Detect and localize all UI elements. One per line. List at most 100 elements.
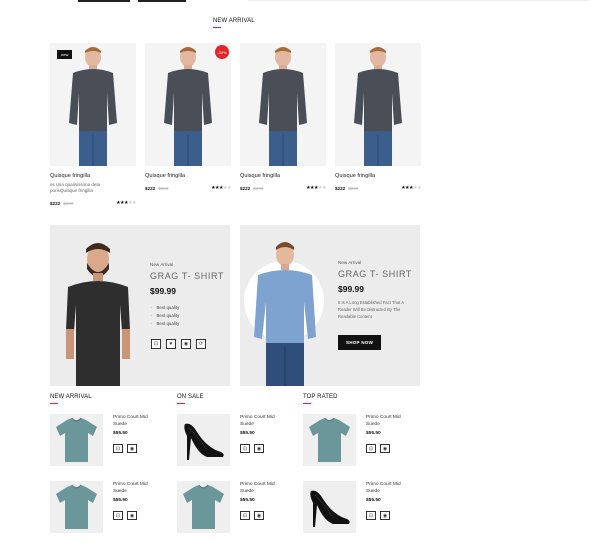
title-underline (303, 403, 311, 404)
eye-icon[interactable]: ◉ (254, 444, 264, 453)
product-image[interactable] (240, 43, 326, 166)
cart-icon[interactable]: ⊡ (113, 511, 123, 520)
product-card[interactable]: -30% Quisque fringilla $222 $300 ★★★★★ (145, 43, 231, 191)
eye-icon[interactable]: ◉ (127, 444, 137, 453)
section-title-text: NEW ARRIVAL (50, 394, 92, 400)
bearded-model-image (66, 243, 130, 386)
shop-now-button[interactable]: SHOP NOW (338, 335, 382, 350)
sweater-model-image (254, 242, 316, 386)
section-title-new-arrival: NEW ARRIVAL (213, 18, 255, 28)
product-image[interactable]: new (50, 43, 136, 166)
product-name[interactable]: Primo Court Mid Suede (366, 415, 412, 428)
section-title-on-sale: ON SALE (177, 394, 204, 404)
heart-icon[interactable]: ♥ (166, 339, 176, 349)
eye-icon[interactable]: ◉ (254, 511, 264, 520)
product-price: $55.50 (366, 498, 381, 503)
product-price: $55.50 (240, 431, 255, 436)
heel-shoe-image (184, 423, 224, 460)
list-item[interactable]: Primo Court Mid Suede $55.50 ⊡ ◉ (303, 481, 413, 537)
cart-icon[interactable]: ⊡ (240, 511, 250, 520)
title-underline (50, 403, 58, 404)
model-figure (259, 47, 307, 166)
product-name[interactable]: Quisque fringilla (335, 173, 421, 179)
product-name[interactable]: Primo Court Mid Suede (113, 482, 159, 495)
eye-icon[interactable]: ◉ (127, 511, 137, 520)
eye-icon[interactable]: ◉ (380, 511, 390, 520)
section-title-text: TOP RATED (303, 394, 338, 400)
product-old-price: $300 (253, 185, 264, 191)
product-thumbnail[interactable] (303, 414, 356, 466)
title-underline (177, 403, 185, 404)
product-price: $222 (145, 185, 156, 191)
price-row: $222 $300 ★★★★★ (50, 200, 136, 206)
product-description: es una qualisissima dela porisQuisque fr… (50, 182, 101, 194)
title-underline (213, 27, 221, 28)
product-thumbnail[interactable] (177, 414, 230, 466)
item-actions: ⊡ ◉ (366, 444, 390, 453)
product-image[interactable] (335, 43, 421, 166)
banner-label: New Arrival (338, 260, 362, 265)
tshirt-image (309, 417, 350, 462)
cart-icon[interactable]: ⊡ (366, 444, 376, 453)
product-card[interactable]: Quisque fringilla $222 $300 ★★★★★ (335, 43, 421, 191)
cart-icon[interactable]: ⊡ (240, 444, 250, 453)
product-thumbnail[interactable] (303, 481, 356, 533)
model-figure (164, 47, 212, 166)
heel-shoe-image (310, 490, 350, 527)
eye-icon[interactable]: ◉ (380, 444, 390, 453)
price-row: $222 $300 ★★★★★ (335, 185, 421, 191)
price-row: $222 $300 ★★★★★ (240, 185, 326, 191)
product-name[interactable]: Quisque fringilla (240, 173, 326, 179)
banner-title: GRAG T- SHIRT (338, 269, 412, 279)
promo-banner-right[interactable]: New Arrival GRAG T- SHIRT $99.99 It Is A… (240, 225, 420, 386)
banner-description: It Is A Long Established Fact That A Rea… (338, 300, 404, 320)
list-item[interactable]: Primo Court Mid Suede $55.50 ⊡ ◉ (177, 414, 287, 470)
product-name[interactable]: Quisque fringilla (145, 173, 231, 179)
section-title-new-arrival-list: NEW ARRIVAL (50, 394, 92, 404)
product-image[interactable]: -30% (145, 43, 231, 166)
product-name[interactable]: Quisque fringilla (50, 173, 136, 179)
banner-price: $99.99 (150, 286, 176, 296)
list-item[interactable]: Primo Court Mid Suede $55.50 ⊡ ◉ (50, 414, 160, 470)
product-thumbnail[interactable] (50, 414, 103, 466)
product-name[interactable]: Primo Court Mid Suede (240, 482, 286, 495)
product-name[interactable]: Primo Court Mid Suede (240, 415, 286, 428)
rating-stars: ★★★★★ (401, 185, 421, 191)
section-title-text: ON SALE (177, 394, 204, 400)
tshirt-image (56, 417, 97, 462)
top-strip (0, 0, 591, 6)
cart-icon[interactable]: ⊡ (366, 511, 376, 520)
banner-title: GRAG T- SHIRT (150, 271, 224, 281)
eye-icon[interactable]: ◉ (181, 339, 191, 349)
model-figure (69, 47, 117, 166)
divider (248, 0, 588, 1)
promo-banner-left[interactable]: New Arrival GRAG T- SHIRT $99.99 Best qu… (50, 225, 230, 386)
product-name[interactable]: Primo Court Mid Suede (113, 415, 159, 428)
product-old-price: $300 (158, 185, 169, 191)
product-price: $55.50 (240, 498, 255, 503)
feature-item: Best quality (151, 313, 179, 318)
list-item[interactable]: Primo Court Mid Suede $55.50 ⊡ ◉ (50, 481, 160, 537)
banner-label: New Arrival (150, 262, 174, 267)
model-figure (354, 47, 402, 166)
section-title-text: NEW ARRIVAL (213, 18, 255, 24)
product-price: $55.50 (113, 498, 128, 503)
rating-stars: ★★★★★ (116, 200, 136, 207)
product-price: $55.50 (366, 431, 381, 436)
product-card[interactable]: Quisque fringilla $222 $300 ★★★★★ (240, 43, 326, 191)
product-thumbnail[interactable] (177, 481, 230, 533)
rating-stars: ★★★★★ (211, 185, 231, 191)
cart-icon[interactable]: ⊡ (151, 339, 161, 349)
product-name[interactable]: Primo Court Mid Suede (366, 482, 412, 495)
product-thumbnail[interactable] (50, 481, 103, 533)
product-card[interactable]: new Quisque fringilla es una qualisissim… (50, 43, 136, 206)
cart-icon[interactable]: ⊡ (113, 444, 123, 453)
feature-item: Best quality (151, 305, 179, 310)
list-item[interactable]: Primo Court Mid Suede $55.50 ⊡ ◉ (303, 414, 413, 470)
compare-icon[interactable]: ⟳ (196, 339, 206, 349)
product-old-price: $300 (63, 200, 74, 206)
list-item[interactable]: Primo Court Mid Suede $55.50 ⊡ ◉ (177, 481, 287, 537)
discount-badge: -30% (215, 45, 229, 59)
item-actions: ⊡ ◉ (366, 511, 390, 520)
product-old-price: $300 (348, 185, 359, 191)
